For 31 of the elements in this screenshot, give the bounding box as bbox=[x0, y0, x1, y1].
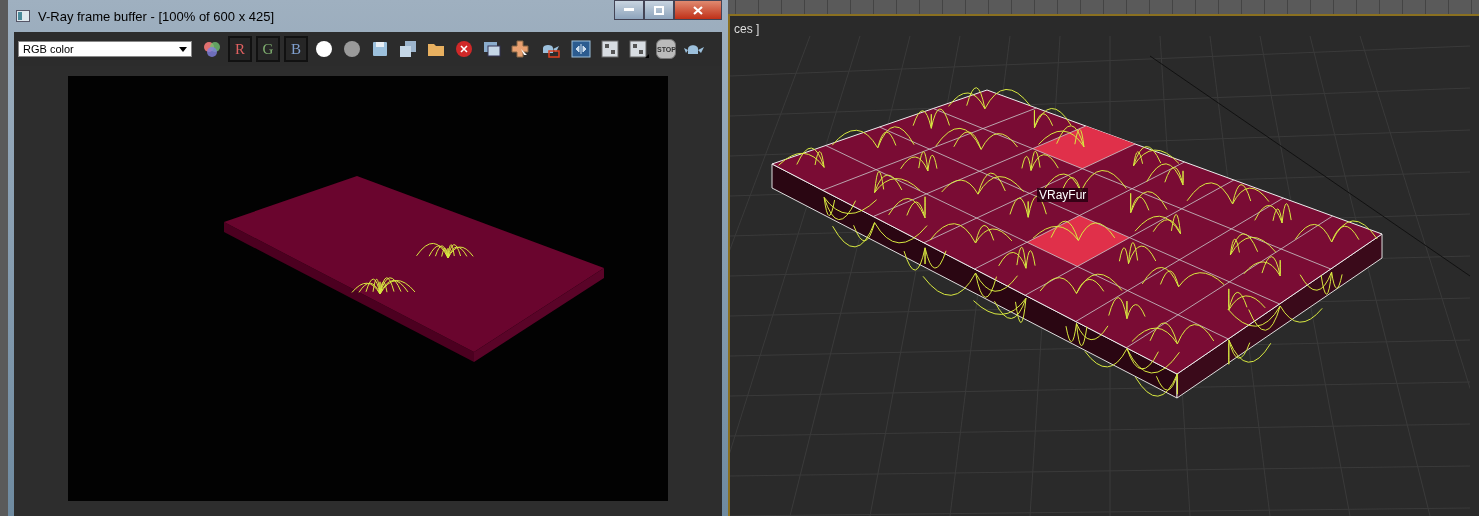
viewport-label[interactable]: ces ] bbox=[734, 22, 760, 36]
ab-compare-icon bbox=[601, 40, 619, 58]
close-button[interactable] bbox=[674, 0, 722, 20]
window-title: V-Ray frame buffer - [100% of 600 x 425] bbox=[38, 8, 275, 24]
ab-compare-menu-icon bbox=[629, 40, 649, 58]
compare-icon bbox=[571, 40, 591, 58]
maximize-icon bbox=[654, 5, 664, 15]
cursor-grid-icon bbox=[511, 40, 529, 58]
caret-icon bbox=[179, 46, 187, 52]
cursor-grid-button[interactable] bbox=[508, 37, 532, 61]
save-icon bbox=[371, 40, 389, 58]
viewport[interactable]: ces ] VRayFur bbox=[728, 14, 1479, 516]
channel-toggle[interactable]: G bbox=[256, 36, 280, 62]
clear-icon bbox=[455, 40, 473, 58]
region-icon bbox=[483, 40, 501, 58]
ab-compare-menu-button[interactable] bbox=[626, 37, 652, 61]
channel-toggle[interactable]: R bbox=[228, 36, 252, 62]
ab-compare-button[interactable] bbox=[598, 37, 622, 61]
minimize-button[interactable] bbox=[614, 0, 644, 20]
circle-icon bbox=[315, 40, 333, 58]
minimize-icon bbox=[624, 8, 634, 12]
window-icon bbox=[16, 10, 30, 22]
sphere-icon bbox=[343, 40, 361, 58]
compare-button[interactable] bbox=[568, 37, 594, 61]
color-circles-icon bbox=[203, 40, 221, 58]
maximize-button[interactable] bbox=[644, 0, 674, 20]
channel-dropdown[interactable]: RGB color bbox=[18, 41, 192, 57]
channel-toggle[interactable]: B bbox=[284, 36, 308, 62]
copy-icon bbox=[399, 40, 417, 58]
close-icon bbox=[693, 5, 703, 15]
object-label: VRayFur bbox=[1037, 188, 1089, 202]
